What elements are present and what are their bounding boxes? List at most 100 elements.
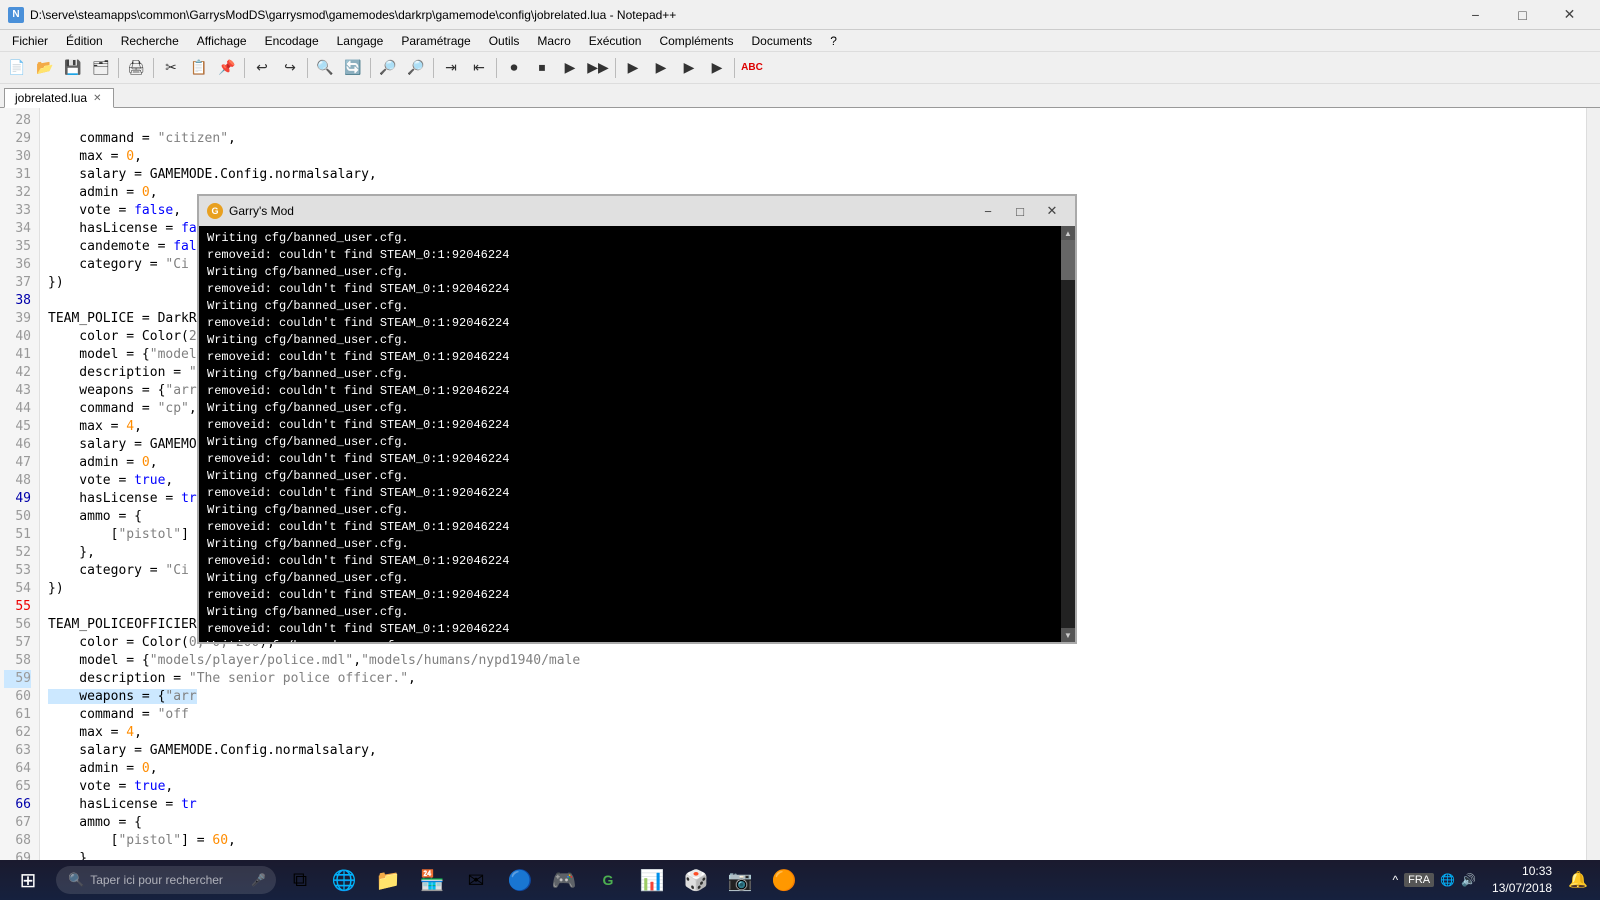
tab-close-button[interactable]: ✕ bbox=[91, 93, 103, 104]
garrys-minimize-button[interactable]: − bbox=[973, 199, 1003, 223]
code-line-61: max = 4, bbox=[48, 725, 142, 740]
taskbar-chrome[interactable]: 🔵 bbox=[500, 862, 540, 898]
taskbar-g[interactable]: G bbox=[588, 862, 628, 898]
macro-stop-button[interactable]: ⏹ bbox=[529, 55, 555, 81]
menu-recherche[interactable]: Recherche bbox=[113, 32, 187, 50]
run-button[interactable]: ▶ bbox=[620, 55, 646, 81]
indent-button[interactable]: ⇥ bbox=[438, 55, 464, 81]
zoom-out-button[interactable]: 🔎 bbox=[403, 55, 429, 81]
taskbar-camera[interactable]: 📷 bbox=[720, 862, 760, 898]
run4-button[interactable]: ▶ bbox=[704, 55, 730, 81]
start-button[interactable]: ⊞ bbox=[4, 860, 52, 900]
taskbar-game[interactable]: 🎲 bbox=[676, 862, 716, 898]
taskbar-excel[interactable]: 📊 bbox=[632, 862, 672, 898]
taskbar-task-view[interactable]: ⧉ bbox=[280, 862, 320, 898]
menu-complements[interactable]: Compléments bbox=[651, 32, 741, 50]
menu-affichage[interactable]: Affichage bbox=[189, 32, 255, 50]
garrys-close-button[interactable]: ✕ bbox=[1037, 199, 1067, 223]
search-input[interactable] bbox=[90, 873, 245, 887]
menu-execution[interactable]: Exécution bbox=[581, 32, 650, 50]
taskbar-edge[interactable]: 🌐 bbox=[324, 862, 364, 898]
code-line-66: ammo = { bbox=[48, 815, 142, 830]
taskbar-explorer[interactable]: 📁 bbox=[368, 862, 408, 898]
scroll-thumb[interactable] bbox=[1061, 240, 1075, 280]
line-num: 61 bbox=[4, 706, 31, 724]
undo-button[interactable]: ↩ bbox=[249, 55, 275, 81]
minimize-button[interactable]: − bbox=[1453, 0, 1498, 30]
run3-button[interactable]: ▶ bbox=[676, 55, 702, 81]
microphone-icon[interactable]: 🎤 bbox=[251, 873, 266, 887]
line-num: 38 bbox=[4, 292, 31, 310]
copy-button[interactable]: 📋 bbox=[186, 55, 212, 81]
line-num: 35 bbox=[4, 238, 31, 256]
menu-encodage[interactable]: Encodage bbox=[257, 32, 327, 50]
paste-button[interactable]: 📌 bbox=[214, 55, 240, 81]
system-tray: ^ FRA 🌐 🔊 bbox=[1392, 873, 1476, 887]
code-line-50: ["pistol"] bbox=[48, 527, 189, 542]
taskbar-orange[interactable]: 🟠 bbox=[764, 862, 804, 898]
console-line: Writing cfg/banned_user.cfg. bbox=[207, 638, 1057, 642]
run2-button[interactable]: ▶ bbox=[648, 55, 674, 81]
macro-rec-button[interactable]: ⏺ bbox=[501, 55, 527, 81]
line-num: 41 bbox=[4, 346, 31, 364]
garrys-console: Writing cfg/banned_user.cfg.removeid: co… bbox=[199, 226, 1075, 642]
tray-arrow[interactable]: ^ bbox=[1392, 873, 1398, 887]
garrys-mod-popup[interactable]: G Garry's Mod − □ ✕ Writing cfg/banned_u… bbox=[197, 194, 1077, 644]
menu-help[interactable]: ? bbox=[822, 32, 845, 50]
scroll-down-arrow[interactable]: ▼ bbox=[1061, 628, 1075, 642]
scroll-track[interactable] bbox=[1061, 240, 1075, 628]
scroll-up-arrow[interactable]: ▲ bbox=[1061, 226, 1075, 240]
maximize-button[interactable]: □ bbox=[1500, 0, 1545, 30]
print-button[interactable]: 🖨 bbox=[123, 55, 149, 81]
toolbar-sep-1 bbox=[118, 58, 119, 78]
vertical-scrollbar[interactable] bbox=[1586, 108, 1600, 860]
menu-langage[interactable]: Langage bbox=[329, 32, 392, 50]
line-num: 52 bbox=[4, 544, 31, 562]
menu-parametrage[interactable]: Paramétrage bbox=[393, 32, 478, 50]
taskbar-steam[interactable]: 🎮 bbox=[544, 862, 584, 898]
taskbar-mail[interactable]: ✉ bbox=[456, 862, 496, 898]
code-line-37 bbox=[48, 293, 56, 308]
close-button[interactable]: ✕ bbox=[1547, 0, 1592, 30]
abc-button[interactable]: ABC bbox=[739, 55, 765, 81]
line-num: 60 bbox=[4, 688, 31, 706]
menu-fichier[interactable]: Fichier bbox=[4, 32, 56, 50]
cut-button[interactable]: ✂ bbox=[158, 55, 184, 81]
save-all-button[interactable]: 🗂 bbox=[88, 55, 114, 81]
notification-button[interactable]: 🔔 bbox=[1568, 870, 1588, 890]
save-button[interactable]: 💾 bbox=[60, 55, 86, 81]
code-line-30: salary = GAMEMODE.Config.normalsalary, bbox=[48, 167, 377, 182]
redo-button[interactable]: ↪ bbox=[277, 55, 303, 81]
line-num: 42 bbox=[4, 364, 31, 382]
menu-macro[interactable]: Macro bbox=[529, 32, 578, 50]
zoom-in-button[interactable]: 🔎 bbox=[375, 55, 401, 81]
open-button[interactable]: 📂 bbox=[32, 55, 58, 81]
macro-play-button[interactable]: ▶ bbox=[557, 55, 583, 81]
console-line: Writing cfg/banned_user.cfg. bbox=[207, 570, 1057, 587]
taskbar-store[interactable]: 🏪 bbox=[412, 862, 452, 898]
code-line-28: command = "citizen", bbox=[48, 131, 236, 146]
garrys-scrollbar[interactable]: ▲ ▼ bbox=[1061, 226, 1075, 642]
replace-button[interactable]: 🔄 bbox=[340, 55, 366, 81]
line-num: 45 bbox=[4, 418, 31, 436]
console-lines: Writing cfg/banned_user.cfg.removeid: co… bbox=[207, 230, 1057, 642]
garrys-title-left: G Garry's Mod bbox=[207, 203, 294, 219]
menu-documents[interactable]: Documents bbox=[743, 32, 820, 50]
code-line-44: max = 4, bbox=[48, 419, 142, 434]
active-tab[interactable]: jobrelated.lua ✕ bbox=[4, 88, 114, 108]
code-line-60: command = "off bbox=[48, 707, 189, 722]
clock[interactable]: 10:33 13/07/2018 bbox=[1484, 863, 1560, 897]
code-line-35: category = "Ci bbox=[48, 257, 189, 272]
garrys-maximize-button[interactable]: □ bbox=[1005, 199, 1035, 223]
console-line: removeid: couldn't find STEAM_0:1:920462… bbox=[207, 553, 1057, 570]
search-bar[interactable]: 🔍 🎤 bbox=[56, 866, 276, 894]
outdent-button[interactable]: ⇤ bbox=[466, 55, 492, 81]
line-num: 59 bbox=[4, 670, 31, 688]
menu-outils[interactable]: Outils bbox=[481, 32, 528, 50]
find-button[interactable]: 🔍 bbox=[312, 55, 338, 81]
line-num: 36 bbox=[4, 256, 31, 274]
macro-run-button[interactable]: ▶▶ bbox=[585, 55, 611, 81]
new-button[interactable]: 📄 bbox=[4, 55, 30, 81]
console-line: removeid: couldn't find STEAM_0:1:920462… bbox=[207, 621, 1057, 638]
menu-edition[interactable]: Édition bbox=[58, 32, 111, 50]
